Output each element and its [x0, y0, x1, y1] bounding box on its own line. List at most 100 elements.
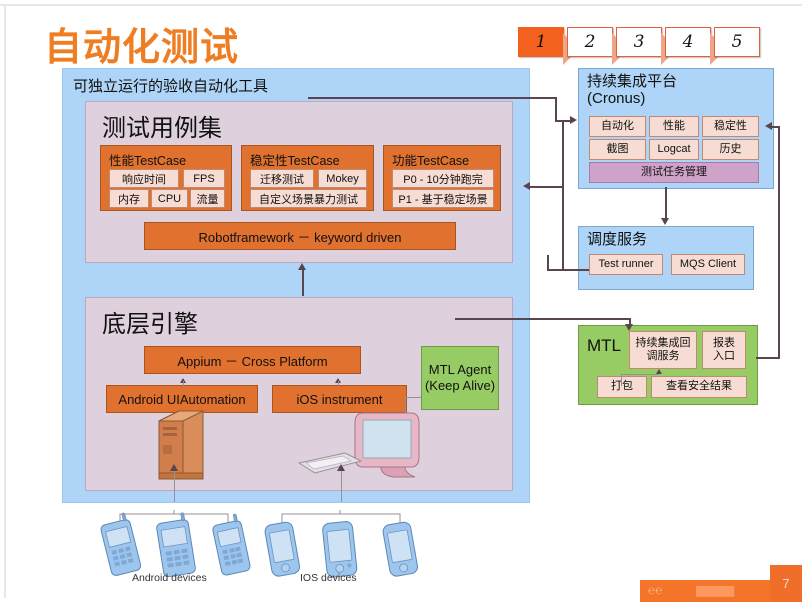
chip-p0[interactable]: P0 - 10分钟跑完 [392, 169, 494, 188]
functional-testcase-title: 功能TestCase [392, 154, 470, 168]
testcase-set-panel: 测试用例集 性能TestCase 响应时间 FPS 内存 CPU 流量 稳定性T… [85, 101, 513, 263]
ci-chip-history[interactable]: 历史 [702, 139, 759, 160]
ci-task-manager[interactable]: 测试任务管理 [589, 162, 759, 183]
arrow-engine-to-framework [298, 263, 306, 270]
ci-chip-stability[interactable]: 稳定性 [702, 116, 759, 137]
step-tab-1[interactable]: 1 [518, 27, 564, 57]
mtl-internal-line-v [621, 374, 622, 386]
step-tab-3[interactable]: 3 [616, 27, 662, 57]
top-divider [0, 4, 802, 6]
chip-custom-stress-test[interactable]: 自定义场景暴力测试 [250, 189, 367, 208]
page-number-badge: 7 [770, 565, 802, 602]
mtl-panel: MTL 持续集成回 调服务 报表 入口 打包 查看安全结果 [578, 325, 758, 405]
server-icon [158, 410, 204, 480]
chip-memory[interactable]: 内存 [109, 189, 149, 208]
line-ios-to-appium [338, 381, 339, 386]
line-mtl-to-ci-h-low [756, 357, 780, 359]
step-tab-label: 2 [584, 32, 596, 52]
line-ci-back-v [562, 120, 564, 186]
arrow-mtl-to-ci [765, 122, 772, 130]
line-ci-back-h [530, 186, 563, 188]
scheduler-panel: 调度服务 Test runner MQS Client [578, 226, 754, 290]
ci-chip-logcat[interactable]: Logcat [649, 139, 699, 160]
step-tab-5[interactable]: 5 [714, 27, 760, 57]
scheduler-chip-test-runner[interactable]: Test runner [589, 254, 663, 275]
brand-logo: ℮℮ [648, 583, 663, 597]
mtl-report-chip[interactable]: 报表 入口 [702, 331, 746, 369]
stability-testcase-title: 稳定性TestCase [250, 154, 340, 168]
step-tab-label: 1 [535, 32, 547, 52]
mtl-internal-arrow [656, 369, 662, 374]
line-ci-to-scheduler [665, 187, 667, 219]
page-title: 自动化测试 [44, 25, 240, 69]
engine-heading: 底层引擎 [102, 311, 198, 338]
line-ios-to-pc [341, 470, 342, 502]
line-engine-to-framework [302, 268, 304, 296]
standalone-tool-title: 可独立运行的验收自动化工具 [73, 78, 269, 95]
line-scheduler-up [547, 255, 549, 270]
mtl-security-chip[interactable]: 查看安全结果 [651, 376, 747, 398]
arrow-ci-to-scheduler [661, 218, 669, 225]
line-android-to-appium [183, 381, 184, 386]
chip-response-time[interactable]: 响应时间 [109, 169, 179, 188]
ci-chip-performance[interactable]: 性能 [649, 116, 699, 137]
testcase-set-heading: 测试用例集 [102, 115, 222, 142]
line-panel-to-ci-v [555, 97, 557, 121]
arrow-ci-back [523, 182, 530, 190]
standalone-tool-panel: 可独立运行的验收自动化工具 测试用例集 性能TestCase 响应时间 FPS … [62, 68, 530, 503]
ios-devices-label: IOS devices [300, 572, 357, 584]
arrow-android-to-server [170, 464, 178, 471]
line-agent-to-mtl-h [455, 318, 630, 320]
ios-phone-icon [264, 521, 418, 578]
line-panel-to-ci-h [308, 97, 556, 99]
desktop-computer-icon [297, 412, 420, 478]
robotframework-bar[interactable]: Robotframework － keyword driven [144, 222, 456, 250]
left-divider [4, 4, 6, 598]
functional-testcase-card: 功能TestCase P0 - 10分钟跑完 P1 - 基于稳定场景 [383, 145, 501, 211]
arrow-agent-to-mtl [625, 324, 633, 331]
arrow-into-ci [570, 116, 577, 124]
step-tab-label: 3 [633, 32, 645, 52]
performance-testcase-card: 性能TestCase 响应时间 FPS 内存 CPU 流量 [100, 145, 232, 211]
line-scheduler-v [562, 186, 564, 270]
mtl-package-chip[interactable]: 打包 [597, 376, 647, 398]
arrow-ios-to-pc [337, 464, 345, 471]
ci-platform-title-line2: (Cronus) [587, 90, 646, 108]
scheduler-title: 调度服务 [587, 231, 648, 248]
line-android-to-server [174, 470, 175, 502]
step-tab-label: 4 [682, 32, 694, 52]
mtl-callback-line1: 持续集成回 [635, 336, 691, 349]
ci-chip-automation[interactable]: 自动化 [589, 116, 646, 137]
chip-fps[interactable]: FPS [183, 169, 225, 188]
line-mtl-to-ci-v [778, 126, 780, 358]
chip-cpu[interactable]: CPU [151, 189, 188, 208]
scheduler-chip-mqs-client[interactable]: MQS Client [671, 254, 745, 275]
ci-platform-title: 持续集成平台 (Cronus) [587, 73, 677, 108]
mtl-report-line1: 报表 [713, 336, 735, 349]
line-mtl-to-ci-h-top [772, 126, 780, 128]
ci-chip-screenshot[interactable]: 截图 [589, 139, 646, 160]
step-tab-label: 5 [731, 32, 743, 52]
appium-bar[interactable]: Appium － Cross Platform [144, 346, 361, 374]
chip-migration-test[interactable]: 迁移测试 [250, 169, 314, 188]
devices-art [100, 510, 418, 578]
line-scheduler-h [547, 269, 589, 271]
mtl-report-line2: 入口 [713, 350, 735, 362]
infrastructure-art [158, 410, 420, 480]
chip-monkey[interactable]: Mokey [318, 169, 367, 188]
performance-testcase-title: 性能TestCase [109, 154, 187, 168]
mtl-internal-line-h [621, 374, 659, 375]
step-tab-4[interactable]: 4 [665, 27, 711, 57]
stability-testcase-card: 稳定性TestCase 迁移测试 Mokey 自定义场景暴力测试 [241, 145, 374, 211]
chip-p1[interactable]: P1 - 基于稳定场景 [392, 189, 494, 208]
line-agent-ios [405, 397, 421, 398]
slide-canvas: 自动化测试 1 2 3 4 5 可独立运行的验收自动化工具 测试用例集 性能Te… [0, 0, 802, 602]
ci-platform-panel: 持续集成平台 (Cronus) 自动化 性能 稳定性 截图 Logcat 历史 … [578, 68, 774, 189]
ci-platform-title-line1: 持续集成平台 [587, 73, 678, 90]
mtl-callback-line2: 调服务 [646, 350, 680, 362]
mtl-title: MTL [587, 336, 621, 355]
mtl-callback-chip[interactable]: 持续集成回 调服务 [629, 331, 697, 369]
chip-traffic[interactable]: 流量 [190, 189, 225, 208]
brand-logo-text: ██████ [696, 586, 735, 596]
step-tab-2[interactable]: 2 [567, 27, 613, 57]
